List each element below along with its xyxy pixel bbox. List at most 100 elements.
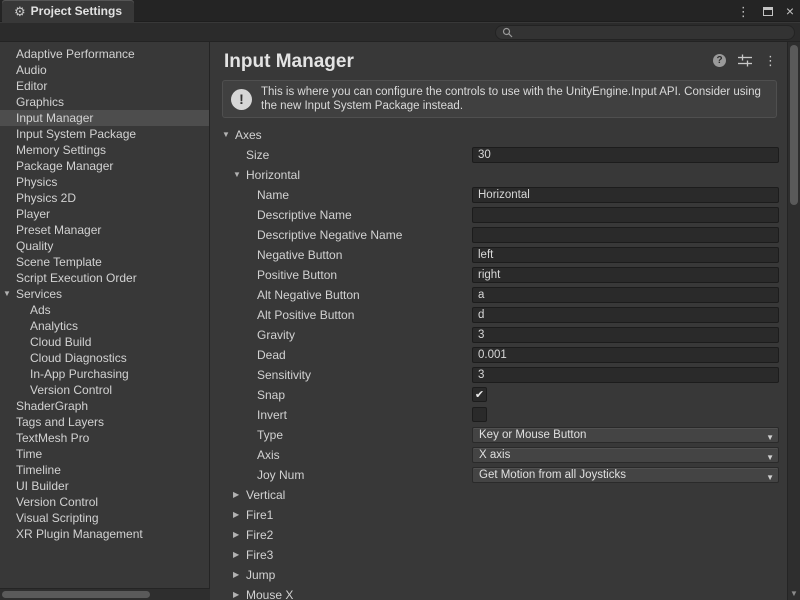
sidebar-item-label: ShaderGraph	[16, 399, 88, 413]
sidebar-item-input-manager[interactable]: Input Manager	[0, 110, 209, 126]
field-row-fire1: ▶ Fire1	[211, 505, 787, 525]
foldout-closed-icon[interactable]: ▶	[233, 550, 239, 560]
search-input[interactable]	[517, 27, 788, 39]
scrollbar-thumb[interactable]	[790, 45, 798, 205]
field-row-dead: Dead0.001	[211, 345, 787, 365]
sidebar-item-script-execution-order[interactable]: Script Execution Order	[0, 270, 209, 286]
sidebar-item-editor[interactable]: Editor	[0, 78, 209, 94]
search-box[interactable]	[495, 25, 795, 40]
sidebar-item-quality[interactable]: Quality	[0, 238, 209, 254]
sidebar-item-input-system-package[interactable]: Input System Package	[0, 126, 209, 142]
text-field-sensitivity[interactable]: 3	[472, 367, 779, 383]
sidebar-item-services[interactable]: ▼Services	[0, 286, 209, 302]
foldout-closed-icon[interactable]: ▶	[233, 490, 239, 500]
sidebar-item-physics[interactable]: Physics	[0, 174, 209, 190]
maximize-icon[interactable]	[763, 7, 773, 16]
sidebar-item-player[interactable]: Player	[0, 206, 209, 222]
dropdown-joy-num[interactable]: Get Motion from all Joysticks▼	[472, 467, 779, 483]
scroll-down-icon[interactable]: ▼	[788, 589, 800, 598]
sidebar-item-ads[interactable]: Ads	[0, 302, 209, 318]
sidebar-item-package-manager[interactable]: Package Manager	[0, 158, 209, 174]
close-icon[interactable]: ×	[786, 4, 794, 18]
sidebar-item-label: Physics	[16, 175, 57, 189]
info-text: This is where you can configure the cont…	[261, 85, 768, 113]
sidebar-item-shadergraph[interactable]: ShaderGraph	[0, 398, 209, 414]
sidebar-item-label: Analytics	[30, 319, 78, 333]
field-row-descriptive-name: Descriptive Name	[211, 205, 787, 225]
field-label[interactable]: Fire1	[246, 508, 273, 522]
sidebar-item-label: In-App Purchasing	[30, 367, 129, 381]
tab-project-settings[interactable]: ⚙ Project Settings	[2, 0, 134, 22]
sidebar-item-cloud-build[interactable]: Cloud Build	[0, 334, 209, 350]
sidebar-item-xr-plugin-management[interactable]: XR Plugin Management	[0, 526, 209, 542]
field-label: Joy Num	[257, 468, 304, 482]
sidebar-item-ui-builder[interactable]: UI Builder	[0, 478, 209, 494]
sidebar-item-visual-scripting[interactable]: Visual Scripting	[0, 510, 209, 526]
foldout-closed-icon[interactable]: ▶	[233, 570, 239, 580]
text-field-alt-negative-button[interactable]: a	[472, 287, 779, 303]
sidebar-item-physics-2d[interactable]: Physics 2D	[0, 190, 209, 206]
more-menu-icon[interactable]: ⋮	[764, 54, 777, 67]
field-label[interactable]: Jump	[246, 568, 275, 582]
field-label[interactable]: Axes	[235, 128, 262, 142]
text-field-negative-button[interactable]: left	[472, 247, 779, 263]
checkbox-invert[interactable]	[472, 407, 487, 422]
foldout-closed-icon[interactable]: ▶	[233, 590, 239, 600]
sidebar-item-analytics[interactable]: Analytics	[0, 318, 209, 334]
sidebar-item-tags-and-layers[interactable]: Tags and Layers	[0, 414, 209, 430]
sidebar-item-label: TextMesh Pro	[16, 431, 89, 445]
sidebar-item-label: Package Manager	[16, 159, 113, 173]
field-label[interactable]: Fire3	[246, 548, 273, 562]
sidebar-item-version-control[interactable]: Version Control	[0, 494, 209, 510]
sidebar-item-graphics[interactable]: Graphics	[0, 94, 209, 110]
dropdown-value: X axis	[479, 449, 510, 461]
text-field-dead[interactable]: 0.001	[472, 347, 779, 363]
sidebar-item-label: Editor	[16, 79, 47, 93]
field-label[interactable]: Vertical	[246, 488, 285, 502]
foldout-open-icon[interactable]: ▼	[222, 130, 230, 140]
text-field-gravity[interactable]: 3	[472, 327, 779, 343]
sidebar-item-time[interactable]: Time	[0, 446, 209, 462]
sidebar-item-version-control[interactable]: Version Control	[0, 382, 209, 398]
sidebar-item-preset-manager[interactable]: Preset Manager	[0, 222, 209, 238]
checkbox-snap[interactable]: ✔	[472, 387, 487, 402]
sidebar-horizontal-scrollbar[interactable]	[0, 588, 210, 600]
field-label[interactable]: Mouse X	[246, 588, 293, 600]
field-label: Axis	[257, 448, 280, 462]
field-row-gravity: Gravity3	[211, 325, 787, 345]
sidebar-item-scene-template[interactable]: Scene Template	[0, 254, 209, 270]
sidebar-item-textmesh-pro[interactable]: TextMesh Pro	[0, 430, 209, 446]
field-label[interactable]: Fire2	[246, 528, 273, 542]
text-field-descriptive-name[interactable]	[472, 207, 779, 223]
sidebar-item-label: XR Plugin Management	[16, 527, 143, 541]
text-field-name[interactable]: Horizontal	[472, 187, 779, 203]
field-row-fire3: ▶ Fire3	[211, 545, 787, 565]
foldout-open-icon[interactable]: ▼	[233, 170, 241, 180]
sidebar-item-label: Adaptive Performance	[16, 47, 135, 61]
foldout-open-icon[interactable]: ▼	[3, 286, 11, 302]
foldout-closed-icon[interactable]: ▶	[233, 530, 239, 540]
help-icon[interactable]: ?	[713, 54, 726, 67]
sidebar-item-memory-settings[interactable]: Memory Settings	[0, 142, 209, 158]
sidebar-item-adaptive-performance[interactable]: Adaptive Performance	[0, 46, 209, 62]
dropdown-type[interactable]: Key or Mouse Button▼	[472, 427, 779, 443]
sidebar-item-timeline[interactable]: Timeline	[0, 462, 209, 478]
dropdown-value: Get Motion from all Joysticks	[479, 469, 626, 481]
presets-icon[interactable]	[738, 54, 752, 67]
sidebar-item-audio[interactable]: Audio	[0, 62, 209, 78]
dropdown-axis[interactable]: X axis▼	[472, 447, 779, 463]
text-field-size[interactable]: 30	[472, 147, 779, 163]
field-row-snap: Snap✔	[211, 385, 787, 405]
text-field-alt-positive-button[interactable]: d	[472, 307, 779, 323]
window-menu-icon[interactable]: ⋮	[737, 5, 750, 18]
field-label[interactable]: Horizontal	[246, 168, 300, 182]
sidebar-item-cloud-diagnostics[interactable]: Cloud Diagnostics	[0, 350, 209, 366]
text-field-descriptive-negative-name[interactable]	[472, 227, 779, 243]
text-field-positive-button[interactable]: right	[472, 267, 779, 283]
main-vertical-scrollbar[interactable]: ▼	[787, 42, 800, 600]
foldout-closed-icon[interactable]: ▶	[233, 510, 239, 520]
settings-list: Adaptive PerformanceAudioEditorGraphicsI…	[0, 46, 209, 542]
scrollbar-thumb[interactable]	[2, 591, 150, 598]
sidebar-item-in-app-purchasing[interactable]: In-App Purchasing	[0, 366, 209, 382]
gear-icon: ⚙	[14, 5, 26, 18]
